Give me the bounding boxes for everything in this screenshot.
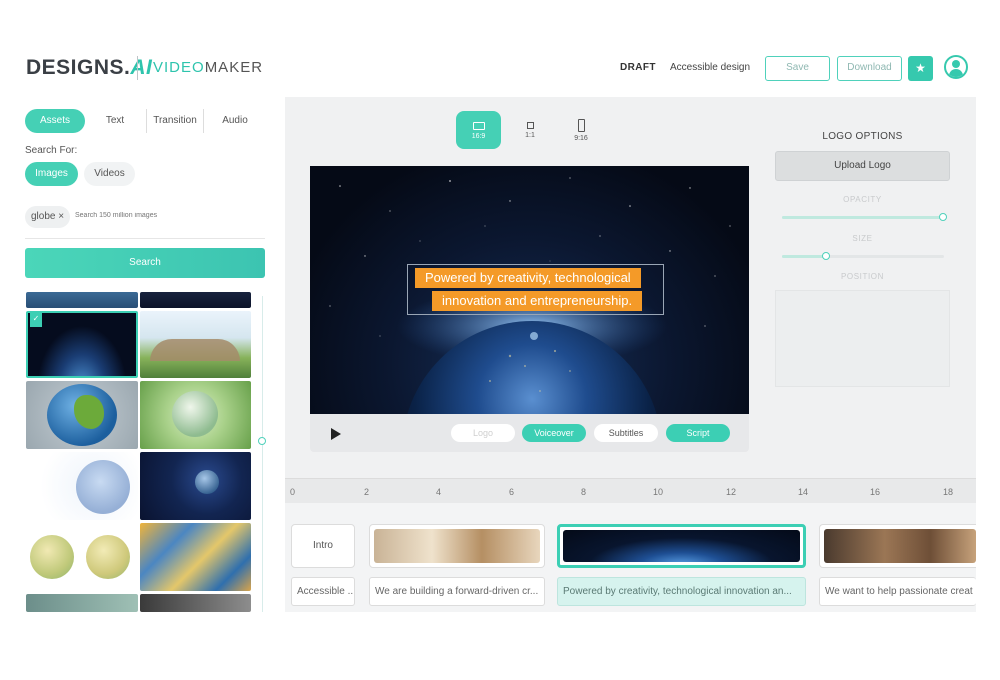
logo-toggle[interactable]: Logo	[451, 424, 515, 442]
scrollbar-handle[interactable]	[258, 437, 266, 445]
filter-images[interactable]: Images	[25, 162, 78, 186]
product-name: VIDEOMAKER	[153, 60, 263, 76]
image-thumbnail[interactable]	[26, 381, 138, 449]
image-thumbnail[interactable]	[140, 452, 251, 520]
search-input[interactable]	[75, 212, 255, 219]
star-icon: ★	[915, 61, 926, 75]
product-prefix: VIDEO	[153, 59, 205, 76]
ruler-tick: 4	[436, 487, 442, 497]
ruler-tick: 6	[509, 487, 515, 497]
image-thumbnail[interactable]	[140, 594, 251, 612]
image-thumbnail-selected[interactable]: ✓	[26, 311, 138, 378]
selected-check-icon: ✓	[30, 313, 42, 327]
brand-logo[interactable]: DESIGNS.AI	[26, 57, 152, 79]
subtitles-toggle[interactable]: Subtitles	[594, 424, 658, 442]
scene-clip-active[interactable]	[557, 524, 806, 568]
status-badge: DRAFT	[620, 62, 656, 73]
brand-ai: AI	[130, 56, 153, 79]
save-button[interactable]: Save	[765, 56, 830, 81]
search-chip-label: globe	[31, 211, 56, 222]
ruler-tick: 14	[798, 487, 809, 497]
ruler-tick: 12	[726, 487, 737, 497]
project-name[interactable]: Accessible design	[670, 62, 750, 73]
thumbnail-scrollbar[interactable]	[262, 296, 263, 612]
aspect-1-1-button[interactable]: 1:1	[519, 122, 541, 139]
tab-text[interactable]: Text	[93, 109, 137, 133]
image-thumbnail[interactable]	[140, 381, 251, 449]
search-button[interactable]: Search	[25, 248, 265, 278]
portrait-icon	[577, 119, 585, 132]
product-suffix: MAKER	[204, 59, 264, 76]
search-input-underline	[25, 238, 265, 239]
scene-caption[interactable]: Accessible ...	[291, 577, 355, 606]
position-label: POSITION	[840, 272, 885, 281]
image-thumbnail[interactable]	[26, 452, 138, 520]
upload-logo-button[interactable]: Upload Logo	[775, 151, 950, 181]
aspect-16-9-label: 16:9	[471, 133, 486, 140]
filter-videos[interactable]: Videos	[84, 162, 135, 186]
landscape-icon	[472, 122, 485, 130]
image-thumbnail[interactable]	[26, 594, 138, 612]
opacity-slider-knob[interactable]	[939, 213, 947, 221]
scene-caption-active[interactable]: Powered by creativity, technological inn…	[557, 577, 806, 606]
image-thumbnail[interactable]	[140, 311, 251, 378]
image-thumbnail[interactable]	[26, 523, 138, 591]
square-icon	[526, 122, 534, 129]
star-button[interactable]: ★	[908, 56, 933, 81]
close-icon[interactable]: ×	[58, 211, 64, 222]
image-thumbnail[interactable]	[140, 292, 251, 308]
ruler-tick: 18	[943, 487, 954, 497]
search-chip: globe ×	[25, 206, 70, 228]
tab-transition[interactable]: Transition	[146, 109, 204, 133]
download-button[interactable]: Download	[837, 56, 902, 81]
voiceover-toggle[interactable]: Voiceover	[522, 424, 586, 442]
aspect-1-1-label: 1:1	[525, 132, 535, 139]
caption-line-1[interactable]: Powered by creativity, technological	[415, 268, 641, 288]
search-for-label: Search For:	[25, 145, 78, 156]
scene-caption[interactable]: We are building a forward-driven cr...	[369, 577, 545, 606]
ruler-tick: 10	[653, 487, 664, 497]
scene-clip[interactable]	[369, 524, 545, 568]
size-slider-knob[interactable]	[822, 252, 830, 260]
logo-options-title: LOGO OPTIONS	[822, 131, 903, 142]
scene-clip[interactable]	[819, 524, 976, 568]
position-picker[interactable]	[775, 290, 950, 387]
caption-line-2[interactable]: innovation and entrepreneurship.	[432, 291, 643, 311]
aspect-9-16-label: 9:16	[574, 135, 588, 142]
tab-audio[interactable]: Audio	[210, 109, 260, 133]
image-thumbnail[interactable]	[26, 292, 138, 308]
image-thumbnail[interactable]	[140, 523, 251, 591]
aspect-9-16-button[interactable]: 9:16	[570, 119, 592, 142]
opacity-label: OPACITY	[843, 195, 882, 204]
ruler-tick: 0	[290, 487, 296, 497]
aspect-16-9-button[interactable]: 16:9	[456, 111, 501, 149]
tab-assets[interactable]: Assets	[25, 109, 85, 133]
scene-caption[interactable]: We want to help passionate creat	[819, 577, 976, 606]
script-toggle[interactable]: Script	[666, 424, 730, 442]
ruler-tick: 2	[364, 487, 370, 497]
ruler-tick: 16	[870, 487, 881, 497]
opacity-slider-fill	[782, 216, 944, 219]
size-label: SIZE	[852, 234, 873, 243]
logo-divider	[137, 56, 138, 80]
scene-intro[interactable]: Intro	[291, 524, 355, 568]
size-slider-fill	[782, 255, 826, 258]
user-avatar-icon[interactable]	[944, 55, 968, 79]
play-icon[interactable]	[331, 428, 341, 440]
brand-name: DESIGNS.	[26, 56, 131, 79]
ruler-tick: 8	[581, 487, 587, 497]
